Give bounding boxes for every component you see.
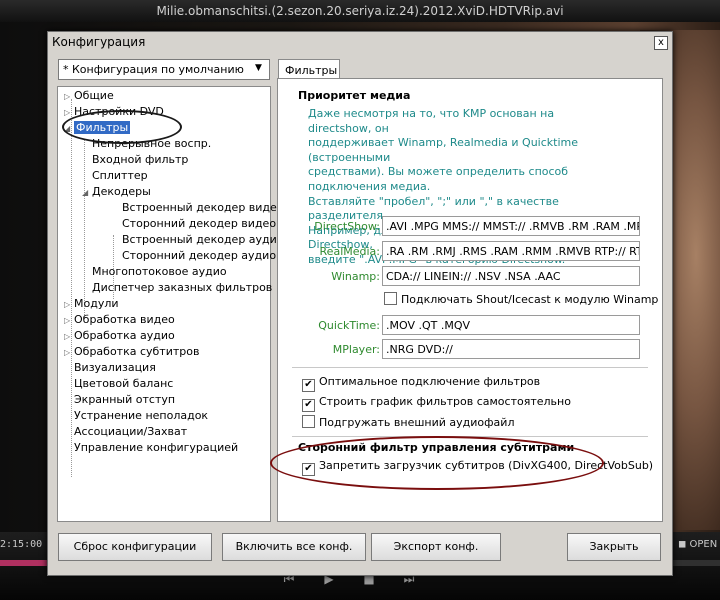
- graph-checkbox[interactable]: ✔: [302, 399, 315, 412]
- shoutcast-checkbox[interactable]: [384, 292, 397, 305]
- close-icon[interactable]: x: [654, 36, 668, 50]
- reset-config-button[interactable]: Сброс конфигурации: [58, 533, 212, 561]
- tree-item-obshchie[interactable]: ▷ Общие: [64, 89, 114, 103]
- winamp-label: Winamp:: [331, 270, 380, 283]
- external-audio-checkbox-row[interactable]: Подгружать внешний аудиофайл: [302, 415, 514, 429]
- chevron-down-icon[interactable]: ▼: [255, 63, 262, 73]
- tree-item-vstr-audio[interactable]: Встроенный декодер аудио: [122, 233, 284, 247]
- enable-all-button[interactable]: Включить все конф.: [222, 533, 366, 561]
- player-window-title: Milie.obmanschitsi.(2.sezon.20.seriya.iz…: [0, 0, 720, 22]
- mplayer-label: MPlayer:: [332, 343, 380, 356]
- tab-filters[interactable]: Фильтры: [278, 59, 340, 80]
- tree-item-stor-audio[interactable]: Сторонний декодер аудио: [122, 249, 276, 263]
- shoutcast-checkbox-row[interactable]: Подключать Shout/Icecast к модулю Winamp: [384, 292, 658, 306]
- annotation-ellipse: [270, 436, 604, 490]
- tree-item-upravlenie[interactable]: Управление конфигурацией: [74, 441, 238, 455]
- preset-value: * Конфигурация по умолчанию: [63, 63, 244, 76]
- external-audio-checkbox[interactable]: [302, 415, 315, 428]
- directshow-label: DirectShow:: [314, 220, 380, 233]
- export-config-button[interactable]: Экспорт конф.: [371, 533, 501, 561]
- tree-item-ustranenie[interactable]: Устранение неполадок: [74, 409, 208, 423]
- quicktime-label: QuickTime:: [318, 319, 380, 332]
- directshow-input[interactable]: .AVI .MPG MMS:// MMST:// .RMVB .RM .RAM …: [382, 216, 640, 236]
- dialog-title: Конфигурация: [52, 35, 146, 49]
- divider: [292, 367, 648, 368]
- tree-item-obr-subtitrov[interactable]: ▷ Обработка субтитров: [64, 345, 199, 359]
- open-label[interactable]: ◼ OPEN: [678, 539, 717, 550]
- optimal-checkbox-row[interactable]: ✔ Оптимальное подключение фильтров: [302, 375, 540, 392]
- expand-icon[interactable]: ▷: [64, 330, 74, 344]
- graph-checkbox-row[interactable]: ✔ Строить график фильтров самостоятельно: [302, 395, 571, 412]
- collapse-icon[interactable]: ◢: [82, 186, 92, 200]
- settings-tree: ▷ Общие ▷ Настройки DVD ◢ Фильтры Непрерывн…: [57, 86, 284, 522]
- preset-dropdown[interactable]: * Конфигурация по умолчанию ▼: [58, 59, 270, 80]
- tree-item-splitter[interactable]: Сплиттер: [92, 169, 148, 183]
- tree-item-stor-video[interactable]: Сторонний декодер видео: [122, 217, 276, 231]
- tree-guide: [71, 99, 72, 477]
- expand-icon[interactable]: ▷: [64, 346, 74, 360]
- tree-item-vstr-video[interactable]: Встроенный декодер видео: [122, 201, 284, 215]
- tree-item-ekrannyi[interactable]: Экранный отступ: [74, 393, 175, 407]
- tree-item-mnogopotok[interactable]: Многопотоковое аудио: [92, 265, 227, 279]
- tree-guide: [84, 139, 85, 315]
- expand-icon[interactable]: ▷: [64, 90, 74, 104]
- tree-item-vkhodnoi[interactable]: Входной фильтр: [92, 153, 188, 167]
- optimal-checkbox[interactable]: ✔: [302, 379, 315, 392]
- tree-item-obr-video[interactable]: ▷ Обработка видео: [64, 313, 175, 327]
- mplayer-input[interactable]: .NRG DVD://: [382, 339, 640, 359]
- winamp-input[interactable]: CDA:// LINEIN:// .NSV .NSA .AAC: [382, 266, 640, 286]
- tree-item-moduli[interactable]: ▷ Модули: [64, 297, 119, 311]
- tree-item-associacii[interactable]: Ассоциации/Захват: [74, 425, 187, 439]
- realmedia-label: RealMedia:: [319, 245, 380, 258]
- tree-item-obr-audio[interactable]: ▷ Обработка аудио: [64, 329, 175, 343]
- realmedia-input[interactable]: .RA .RM .RMJ .RMS .RAM .RMM .RMVB RTP://…: [382, 241, 640, 261]
- tree-item-dispetcher[interactable]: Диспетчер заказных фильтров: [92, 281, 272, 295]
- media-priority-title: Приоритет медиа: [298, 89, 411, 102]
- tree-item-cvet[interactable]: Цветовой баланс: [74, 377, 173, 391]
- tree-item-vizual[interactable]: Визуализация: [74, 361, 156, 375]
- time-display: 2:15:00: [0, 539, 43, 550]
- close-button[interactable]: Закрыть: [567, 533, 661, 561]
- expand-icon[interactable]: ▷: [64, 314, 74, 328]
- quicktime-input[interactable]: .MOV .QT .MQV: [382, 315, 640, 335]
- tree-item-dekodery[interactable]: ◢ Декодеры: [82, 185, 151, 199]
- expand-icon[interactable]: ▷: [64, 298, 74, 312]
- annotation-ellipse: [62, 110, 182, 144]
- dialog-titlebar: Конфигурация x: [48, 32, 672, 52]
